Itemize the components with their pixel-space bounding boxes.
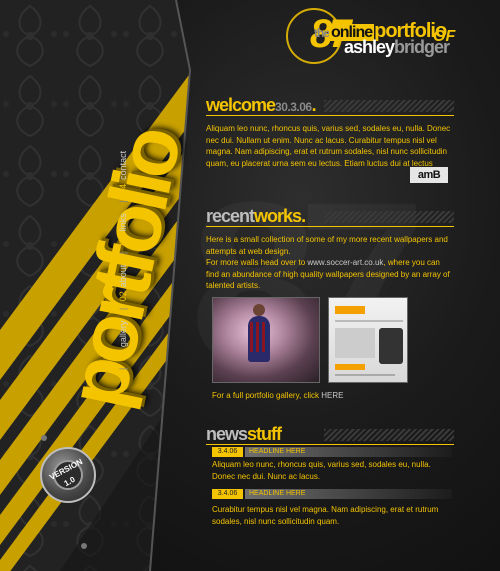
news-item-text: Curabitur tempus nisl vel magna. Nam adi…	[212, 505, 439, 526]
wallpaper-thumbnail[interactable]	[212, 297, 320, 383]
logo-word-bridger: bridger	[394, 37, 450, 57]
recent-works-intro: Here is a small collection of some of my…	[206, 235, 448, 256]
soccer-art-link[interactable]: www.soccer-art.co.uk	[307, 258, 383, 267]
recent-works-heading: recentworks.	[206, 205, 454, 227]
welcome-date: 30.3.06	[275, 100, 312, 114]
logo-word-ashley: ashley	[344, 37, 395, 57]
news-headline[interactable]: HEADLINE HERE	[245, 447, 452, 457]
welcome-heading: welcome30.3.06.	[206, 94, 454, 116]
nav-item-links[interactable]: 03links	[118, 209, 128, 245]
nav-item-about[interactable]: 02about	[118, 261, 128, 302]
news-item-header: 3.4.06 HEADLINE HERE	[212, 489, 452, 499]
heading-pattern	[324, 100, 454, 112]
news-headline[interactable]: HEADLINE HERE	[245, 489, 452, 499]
news-date: 3.4.06	[212, 447, 243, 457]
logo-line-2: ashleybridger	[344, 37, 450, 58]
welcome-section: welcome30.3.06. Aliquam leo nunc, rhoncu…	[206, 94, 454, 169]
gallery-note: For a full portfolio gallery, click HERE	[212, 391, 344, 400]
signature-amb: amB	[410, 167, 448, 183]
heading-pattern	[324, 211, 454, 223]
gallery-here-link[interactable]: HERE	[321, 391, 343, 400]
news-section: newsstuff	[206, 423, 454, 445]
nav-item-contact[interactable]: 04contact	[118, 147, 128, 194]
webdesign-thumbnail[interactable]	[328, 297, 408, 383]
version-badge: VERSION 1.0	[40, 447, 96, 503]
site-logo[interactable]: 87 theonlineportfolio OF ashleybridger	[286, 8, 496, 68]
recent-works-more: For more walls head over to www.soccer-a…	[206, 258, 450, 290]
news-item-header: 3.4.06 HEADLINE HERE	[212, 447, 452, 457]
welcome-text: Aliquam leo nunc, rhoncus quis, varius s…	[206, 124, 451, 168]
news-heading: newsstuff	[206, 423, 454, 445]
logo-word-the: the	[314, 26, 330, 40]
recent-works-section: recentworks. Here is a small collection …	[206, 205, 454, 292]
vertical-nav: | 01gallery | 02about | 03links | 04cont…	[118, 143, 128, 370]
nav-item-gallery[interactable]: 01gallery	[118, 317, 128, 362]
news-item-text: Aliquam leo nunc, rhoncus quis, varius s…	[212, 460, 431, 481]
news-date: 3.4.06	[212, 489, 243, 499]
page: 87 87 theonlineportfolio OF ashleybridge…	[0, 0, 500, 571]
heading-pattern	[324, 429, 454, 441]
